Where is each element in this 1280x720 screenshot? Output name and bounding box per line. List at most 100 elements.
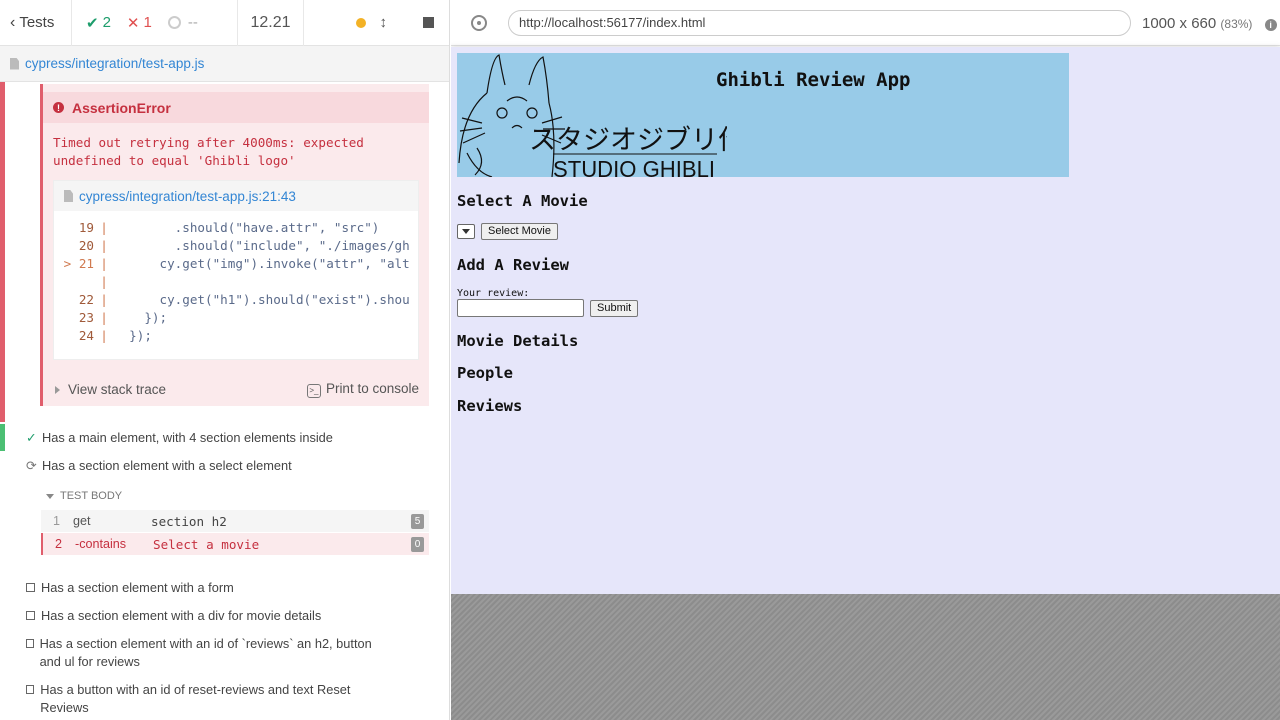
review-input[interactable]: [457, 299, 584, 317]
file-icon: [10, 57, 19, 70]
test-title: Has a section element with a div for mov…: [41, 608, 322, 623]
code-line: 23 | });: [54, 309, 418, 327]
viewport-scale: (83%): [1220, 17, 1253, 31]
select-movie-button[interactable]: Select Movie: [481, 223, 558, 240]
selector-playground-icon[interactable]: [471, 15, 487, 31]
line-code: .should("have.attr", "src"): [114, 220, 380, 235]
command-name: -contains: [75, 537, 127, 551]
test-stats: ✔ 2 ✕ 1 --: [72, 0, 238, 46]
runner-controls: ↕: [304, 0, 449, 46]
failed-test-indicator: [0, 82, 5, 422]
test-item-running[interactable]: ⟳ Has a section element with a select el…: [26, 457, 406, 475]
command-message: section h2: [151, 513, 227, 529]
tests-button[interactable]: ‹ Tests: [0, 0, 72, 46]
passed-test-indicator: [0, 424, 5, 451]
command-number: 2: [55, 537, 63, 551]
print-to-console-button[interactable]: >_ Print to console: [306, 380, 419, 398]
app-header: スタジオジブリ作品 STUDIO GHIBLI Ghibli Review Ap…: [457, 53, 1069, 177]
line-code: .should("include", "./images/gh: [114, 238, 410, 253]
running-indicator-icon: [355, 17, 366, 28]
app-title: Ghibli Review App: [716, 69, 911, 91]
element-count-badge: 5: [411, 513, 424, 529]
code-line: 22 | cy.get("h1").should("exist").shou: [54, 291, 418, 309]
code-frame-header: cypress/integration/test-app.js:21:43: [54, 181, 418, 211]
print-console-label: Print to console: [325, 380, 419, 396]
error-message: Timed out retrying after 4000ms: expecte…: [53, 135, 364, 168]
error-header: ! AssertionError: [43, 92, 429, 123]
submit-button[interactable]: Submit: [590, 300, 639, 317]
failed-value: 1: [143, 14, 152, 31]
logo-english-text: STUDIO GHIBLI: [553, 156, 715, 177]
spec-file-link[interactable]: cypress/integration/test-app.js: [25, 56, 204, 71]
test-item-queued[interactable]: Has a button with an id of reset-reviews…: [26, 681, 366, 717]
code-line: > 21 | cy.get("img").invoke("attr", "alt: [54, 255, 418, 273]
test-item-passed[interactable]: ✓ Has a main element, with 4 section ele…: [26, 429, 406, 447]
checkbox-icon: [26, 685, 35, 694]
runner-header: ‹ Tests ✔ 2 ✕ 1 -- 12.21 ↕: [0, 0, 449, 46]
test-body-label: TEST BODY: [60, 490, 123, 502]
test-title: Has a main element, with 4 section eleme…: [42, 430, 333, 445]
gutter-bar: |: [100, 256, 108, 271]
code-line: 24 | });: [54, 327, 418, 345]
gutter-bar: |: [100, 328, 108, 343]
test-body-toggle[interactable]: TEST BODY: [46, 490, 122, 502]
error-top-edge: [40, 84, 429, 92]
line-number: [54, 273, 94, 291]
command-message: Select a movie: [153, 536, 260, 552]
view-stack-trace-toggle[interactable]: View stack trace: [55, 382, 166, 397]
line-number: 19: [78, 220, 94, 235]
error-footer: View stack trace >_ Print to console: [43, 372, 429, 406]
pending-count: --: [167, 14, 198, 31]
ghibli-logo: スタジオジブリ作品 STUDIO GHIBLI: [458, 54, 727, 177]
code-frame-link[interactable]: cypress/integration/test-app.js:21:43: [79, 189, 296, 204]
add-review-heading: Add A Review: [457, 256, 569, 274]
logo-japanese-text: スタジオジブリ作品: [529, 125, 727, 156]
failed-count: ✕ 1: [127, 14, 152, 32]
line-number: 23: [78, 310, 94, 325]
error-panel: ! AssertionError Timed out retrying afte…: [40, 92, 429, 406]
line-number: 22: [78, 292, 94, 307]
code-line: 19 | .should("have.attr", "src"): [54, 219, 418, 237]
pending-circle-icon: [167, 16, 181, 29]
error-name: AssertionError: [72, 99, 171, 116]
command-number: 1: [53, 514, 61, 528]
spec-file-bar: cypress/integration/test-app.js: [0, 46, 449, 82]
viewport-size: 1000 x 660 (83%) i: [1142, 15, 1277, 32]
browser-panel: http://localhost:56177/index.html 1000 x…: [451, 0, 1280, 720]
url-bar[interactable]: http://localhost:56177/index.html: [508, 10, 1131, 36]
line-number: > 21: [63, 256, 94, 271]
test-title: Has a section element with an id of `rev…: [39, 636, 372, 669]
command-name: get: [73, 514, 91, 528]
element-count-badge: 0: [411, 536, 424, 552]
test-item-queued[interactable]: Has a section element with a form: [26, 579, 406, 597]
movie-details-heading: Movie Details: [457, 332, 579, 350]
line-code: });: [114, 328, 152, 343]
reviews-heading: Reviews: [457, 397, 523, 415]
people-heading: People: [457, 364, 513, 382]
file-icon: [64, 190, 73, 202]
test-item-queued[interactable]: Has a section element with a div for mov…: [26, 607, 406, 625]
line-code: cy.get("img").invoke("attr", "alt: [114, 256, 410, 271]
auto-scroll-icon[interactable]: ↕: [380, 14, 388, 31]
caret-right-icon: [55, 385, 60, 394]
passed-count: ✔ 2: [86, 14, 111, 32]
check-icon: ✔: [86, 14, 99, 32]
line-number: 20: [78, 238, 94, 253]
select-movie-heading: Select A Movie: [457, 192, 588, 210]
checkbox-icon: [26, 611, 35, 620]
command-row-failed[interactable]: 2 -contains Select a movie 0: [41, 533, 429, 555]
pending-value: --: [187, 14, 198, 31]
code-line: |: [54, 273, 418, 291]
test-item-queued[interactable]: Has a section element with an id of `rev…: [26, 635, 386, 671]
command-row[interactable]: 1 get section h2 5: [41, 510, 429, 532]
tests-label: Tests: [19, 14, 55, 31]
gutter-bar: |: [100, 292, 108, 307]
movie-select[interactable]: [457, 224, 475, 239]
chevron-left-icon: ‹: [10, 13, 16, 31]
gutter-bar: |: [100, 220, 108, 235]
stop-icon[interactable]: [423, 17, 434, 28]
info-icon[interactable]: i: [1264, 19, 1277, 31]
checkbox-icon: [26, 583, 35, 592]
duration: 12.21: [238, 0, 304, 46]
test-title: Has a section element with a select elem…: [42, 458, 292, 473]
